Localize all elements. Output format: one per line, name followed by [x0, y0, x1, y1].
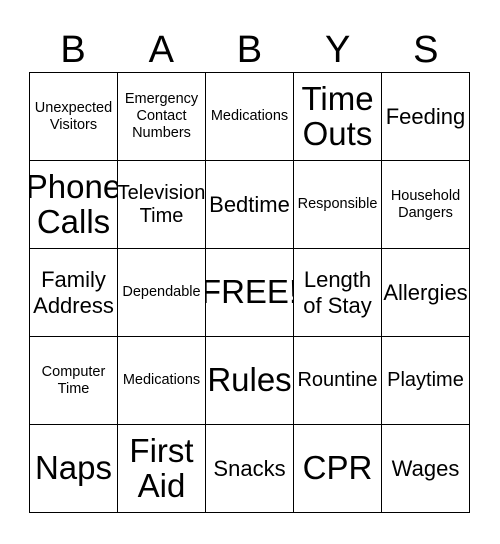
bingo-cell[interactable]: Emergency Contact Numbers	[118, 73, 206, 161]
cell-text: Rules	[207, 361, 292, 399]
bingo-cell[interactable]: Playtime	[382, 337, 470, 425]
cell-text: Length of Stay	[303, 267, 372, 318]
bingo-grid: Unexpected Visitors Emergency Contact Num…	[29, 72, 470, 513]
cell-text: Television Time	[118, 181, 206, 227]
bingo-cell[interactable]: Feeding	[382, 73, 470, 161]
free-space-cell[interactable]: FREE!	[206, 249, 294, 337]
cell-text: Feeding	[385, 103, 466, 129]
bingo-cell[interactable]: Responsible	[294, 161, 382, 249]
cell-text: FREE!	[206, 273, 294, 311]
cell-text: Bedtime	[209, 191, 290, 217]
header-letter: S	[413, 29, 439, 71]
bingo-header: BABYS	[29, 28, 470, 72]
bingo-cell[interactable]: Dependable	[118, 249, 206, 337]
cell-text: Naps	[34, 449, 113, 487]
header-letter: Y	[324, 29, 351, 71]
header-letter: B	[60, 29, 86, 71]
bingo-cell[interactable]: Allergies	[382, 249, 470, 337]
header-letter: B	[236, 29, 263, 71]
cell-text: Emergency Contact Numbers	[124, 91, 199, 141]
bingo-cell[interactable]: CPR	[294, 425, 382, 513]
cell-text: Medications	[210, 108, 289, 125]
bingo-cell[interactable]: Wages	[382, 425, 470, 513]
cell-text: Phone Calls	[30, 167, 118, 240]
cell-text: Time Outs	[301, 79, 374, 152]
bingo-cell[interactable]: Rountine	[294, 337, 382, 425]
bingo-cell[interactable]: Time Outs	[294, 73, 382, 161]
cell-text: Medications	[122, 372, 201, 389]
cell-text: Dependable	[122, 284, 201, 301]
bingo-cell[interactable]: Household Dangers	[382, 161, 470, 249]
bingo-cell[interactable]: Naps	[30, 425, 118, 513]
header-letter: A	[148, 29, 174, 71]
bingo-cell[interactable]: Unexpected Visitors	[30, 73, 118, 161]
bingo-cell[interactable]: Phone Calls	[30, 161, 118, 249]
cell-text: CPR	[302, 449, 373, 487]
bingo-cell[interactable]: Length of Stay	[294, 249, 382, 337]
cell-text: Unexpected Visitors	[34, 99, 113, 133]
bingo-cell[interactable]: Computer Time	[30, 337, 118, 425]
cell-text: Snacks	[213, 455, 286, 481]
cell-text: First Aid	[129, 431, 194, 504]
bingo-cell[interactable]: Family Address	[30, 249, 118, 337]
cell-text: Household Dangers	[390, 187, 461, 221]
cell-text: Allergies	[383, 279, 468, 305]
cell-text: Responsible	[297, 196, 378, 213]
bingo-cell[interactable]: Rules	[206, 337, 294, 425]
cell-text: Rountine	[297, 369, 378, 391]
bingo-cell[interactable]: Bedtime	[206, 161, 294, 249]
bingo-cell[interactable]: Medications	[118, 337, 206, 425]
bingo-cell[interactable]: First Aid	[118, 425, 206, 513]
bingo-cell[interactable]: Medications	[206, 73, 294, 161]
bingo-cell[interactable]: Television Time	[118, 161, 206, 249]
cell-text: Computer Time	[41, 363, 106, 397]
cell-text: Wages	[391, 455, 460, 481]
cell-text: Family Address	[33, 267, 114, 318]
cell-text: Playtime	[387, 369, 464, 391]
bingo-cell[interactable]: Snacks	[206, 425, 294, 513]
